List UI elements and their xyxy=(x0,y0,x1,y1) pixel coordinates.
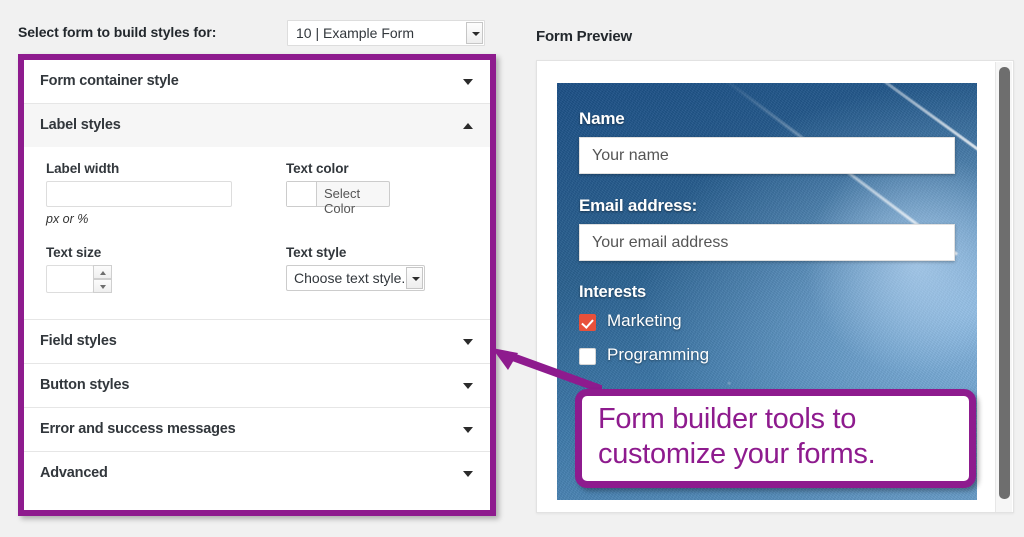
text-color-field-group: Text color Select Color xyxy=(286,161,390,216)
preview-name-placeholder: Your name xyxy=(592,147,669,164)
label-width-hint: px or % xyxy=(46,212,89,226)
accordion-title: Advanced xyxy=(40,465,108,481)
preview-email-input[interactable]: Your email address xyxy=(579,224,955,261)
accordion-header-button-styles[interactable]: Button styles xyxy=(24,364,490,407)
preview-scrollbar-thumb[interactable] xyxy=(999,67,1010,499)
text-style-label: Text style xyxy=(286,245,347,260)
text-size-stepper[interactable] xyxy=(46,265,112,293)
chevron-down-icon[interactable] xyxy=(463,427,473,433)
callout-text: Form builder tools to customize your for… xyxy=(598,403,876,470)
chevron-down-icon[interactable] xyxy=(463,79,473,85)
select-form-label: Select form to build styles for: xyxy=(18,24,217,40)
preview-checkbox-label: Marketing xyxy=(607,311,682,330)
select-color-button-label: Select Color xyxy=(324,186,361,216)
preview-email-label: Email address: xyxy=(579,196,698,215)
select-color-button[interactable]: Select Color xyxy=(286,181,390,216)
label-width-label: Label width xyxy=(46,161,120,176)
accordion-header-label-styles[interactable]: Label styles xyxy=(24,104,490,147)
caret-down-icon[interactable] xyxy=(93,279,112,293)
preview-checkbox-row-programming[interactable]: Programming xyxy=(579,345,955,373)
accordion-section-label-styles: Label styles Label width px or % Text co… xyxy=(24,104,490,320)
accordion-title: Label styles xyxy=(40,117,121,133)
form-select-value: 10 | Example Form xyxy=(296,25,415,41)
form-styles-accordion-panel: Form container style Label styles Label … xyxy=(18,54,496,516)
text-style-dropdown[interactable]: Choose text style.. xyxy=(286,265,425,291)
label-width-field-group: Label width px or % xyxy=(46,161,232,226)
form-select-dropdown[interactable]: 10 | Example Form xyxy=(287,20,485,46)
accordion-header-form-container-style[interactable]: Form container style xyxy=(24,60,490,103)
label-styles-body: Label width px or % Text color Select Co… xyxy=(24,147,490,319)
preview-checkbox-label: Programming xyxy=(607,345,710,364)
chevron-up-icon[interactable] xyxy=(463,123,473,129)
accordion-section-button-styles: Button styles xyxy=(24,364,490,408)
form-preview-heading: Form Preview xyxy=(536,28,632,45)
checkbox-checked-icon[interactable] xyxy=(579,314,596,331)
accordion-title: Button styles xyxy=(40,377,130,393)
label-width-input[interactable] xyxy=(46,181,232,207)
preview-scrollbar[interactable] xyxy=(995,62,1012,512)
accordion-title: Form container style xyxy=(40,73,179,89)
preview-name-label: Name xyxy=(579,109,625,128)
preview-email-placeholder: Your email address xyxy=(592,234,729,251)
text-color-label: Text color xyxy=(286,161,349,176)
text-size-field-group: Text size xyxy=(46,245,112,293)
accordion-section-error-and-success-messages: Error and success messages xyxy=(24,408,490,452)
preview-interests-label: Interests xyxy=(579,283,646,301)
preview-name-input[interactable]: Your name xyxy=(579,137,955,174)
preview-checkbox-row-marketing[interactable]: Marketing xyxy=(579,311,955,339)
text-size-input[interactable] xyxy=(46,265,94,293)
preview-form-fields: Name Your name Email address: Your email… xyxy=(579,109,955,380)
accordion-section-form-container-style: Form container style xyxy=(24,60,490,104)
accordion-title: Field styles xyxy=(40,333,117,349)
chevron-down-icon[interactable] xyxy=(463,471,473,477)
accordion-header-advanced[interactable]: Advanced xyxy=(24,452,490,495)
chevron-down-icon[interactable] xyxy=(406,267,423,289)
accordion-title: Error and success messages xyxy=(40,421,236,437)
color-swatch[interactable] xyxy=(287,182,317,206)
callout-box: Form builder tools to customize your for… xyxy=(575,389,976,488)
accordion-section-advanced: Advanced xyxy=(24,452,490,495)
top-bar: Select form to build styles for: 10 | Ex… xyxy=(0,20,1024,48)
accordion-header-error-and-success-messages[interactable]: Error and success messages xyxy=(24,408,490,451)
chevron-down-icon[interactable] xyxy=(466,22,483,44)
accordion-header-field-styles[interactable]: Field styles xyxy=(24,320,490,363)
text-style-value: Choose text style.. xyxy=(294,270,410,286)
text-style-field-group: Text style Choose text style.. xyxy=(286,245,425,291)
text-size-label: Text size xyxy=(46,245,102,260)
text-size-stepper-buttons[interactable] xyxy=(93,265,112,293)
accordion-section-field-styles: Field styles xyxy=(24,320,490,364)
caret-up-icon[interactable] xyxy=(93,265,112,279)
